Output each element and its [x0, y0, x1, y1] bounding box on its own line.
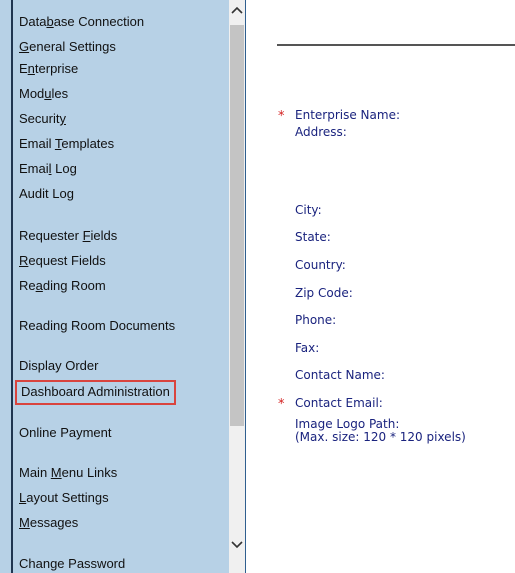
- chevron-down-icon[interactable]: [229, 537, 245, 553]
- chevron-up-icon[interactable]: [229, 2, 245, 18]
- sidebar: Database Connection General Settings Ent…: [0, 0, 229, 573]
- required-marker: *: [278, 397, 285, 412]
- sidebar-item-reading-room[interactable]: Reading Room: [19, 278, 106, 294]
- label-zip-code: Zip Code:: [295, 286, 353, 300]
- sidebar-item-display-order[interactable]: Display Order: [19, 358, 98, 374]
- label-fax: Fax:: [295, 341, 320, 355]
- label-contact-email: Contact Email:: [295, 396, 383, 410]
- scrollbar-thumb[interactable]: [230, 25, 244, 426]
- label-contact-name: Contact Name:: [295, 368, 385, 382]
- enterprise-form-panel: * Enterprise Name: Address: City: State:…: [246, 0, 515, 573]
- label-state: State:: [295, 230, 331, 244]
- required-marker: *: [278, 109, 285, 124]
- sidebar-item-enterprise[interactable]: Enterprise: [19, 61, 78, 77]
- label-image-logo-path: Image Logo Path:: [295, 417, 400, 431]
- sidebar-item-audit-log[interactable]: Audit Log: [19, 186, 74, 202]
- sidebar-item-change-password[interactable]: Change Password: [19, 556, 125, 572]
- label-city: City:: [295, 203, 322, 217]
- sidebar-item-online-payment[interactable]: Online Payment: [19, 425, 112, 441]
- sidebar-item-security[interactable]: Security: [19, 111, 66, 127]
- sidebar-scrollbar[interactable]: [229, 0, 245, 573]
- sidebar-item-request-fields[interactable]: Request Fields: [19, 253, 106, 269]
- label-country: Country:: [295, 258, 346, 272]
- sidebar-item-dashboard-administration[interactable]: Dashboard Administration: [15, 380, 176, 405]
- label-logo-size-hint: (Max. size: 120 * 120 pixels): [295, 430, 466, 444]
- sidebar-item-messages[interactable]: Messages: [19, 515, 78, 531]
- sidebar-item-reading-room-documents[interactable]: Reading Room Documents: [19, 318, 175, 334]
- sidebar-item-layout-settings[interactable]: Layout Settings: [19, 490, 109, 506]
- label-enterprise-name: Enterprise Name:: [295, 108, 400, 122]
- label-address: Address:: [295, 125, 347, 139]
- section-divider: [277, 44, 515, 46]
- sidebar-item-general-settings[interactable]: General Settings: [19, 39, 116, 55]
- sidebar-item-email-log[interactable]: Email Log: [19, 161, 77, 177]
- sidebar-item-modules[interactable]: Modules: [19, 86, 68, 102]
- sidebar-item-database-connection[interactable]: Database Connection: [19, 14, 144, 30]
- sidebar-item-email-templates[interactable]: Email Templates: [19, 136, 114, 152]
- sidebar-item-requester-fields[interactable]: Requester Fields: [19, 228, 117, 244]
- label-phone: Phone:: [295, 313, 337, 327]
- sidebar-item-main-menu-links[interactable]: Main Menu Links: [19, 465, 117, 481]
